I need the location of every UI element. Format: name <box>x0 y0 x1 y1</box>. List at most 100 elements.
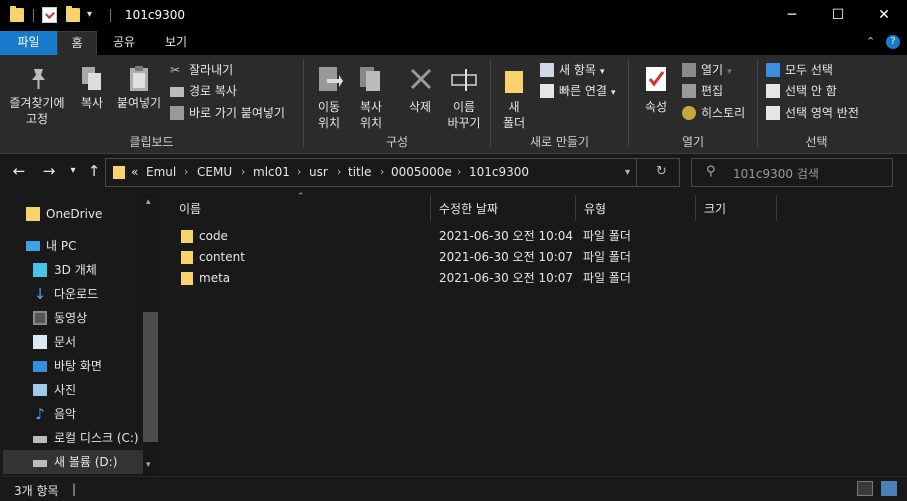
scissors-icon: ✂ <box>170 62 181 77</box>
select-all-icon <box>766 62 780 77</box>
tab-share[interactable]: 공유 <box>104 31 144 55</box>
column-divider[interactable] <box>575 195 576 221</box>
breadcrumb-cemu[interactable]: CEMU <box>197 165 232 179</box>
nav-item-drive-d[interactable]: 새 볼륨 (D:) <box>3 450 143 474</box>
nav-item-documents[interactable]: 문서 <box>0 330 143 354</box>
clipboard-group-label: 클립보드 <box>129 135 174 149</box>
details-view-icon[interactable] <box>857 481 873 496</box>
breadcrumb-title[interactable]: title <box>348 165 371 179</box>
column-header-modified[interactable]: 수정한 날짜 <box>439 200 498 217</box>
file-type: 파일 폴더 <box>583 229 631 243</box>
column-divider[interactable] <box>776 195 777 221</box>
tab-home[interactable]: 홈 <box>57 31 97 55</box>
status-cursor: | <box>72 482 77 496</box>
new-item-button[interactable]: 새 항목 ▾ <box>540 60 604 80</box>
breadcrumb-usr[interactable]: usr <box>309 165 328 179</box>
scroll-down-icon[interactable]: ▾ <box>146 460 151 470</box>
delete-button[interactable]: 삭제 <box>400 61 440 127</box>
customize-quick-access-icon[interactable]: ▾ <box>87 9 92 20</box>
help-icon[interactable]: ? <box>886 35 900 49</box>
nav-item-drive-c[interactable]: 로컬 디스크 (C:) <box>0 426 143 450</box>
large-icons-view-icon[interactable] <box>881 481 897 496</box>
chevron-right-icon[interactable]: › <box>184 165 188 178</box>
tab-view[interactable]: 보기 <box>151 31 201 55</box>
breadcrumb-mlc01[interactable]: mlc01 <box>253 165 290 179</box>
pictures-icon <box>33 384 47 396</box>
cut-button[interactable]: ✂ 잘라내기 <box>170 60 233 80</box>
column-header-name[interactable]: 이름 <box>179 200 201 217</box>
column-divider[interactable] <box>695 195 696 221</box>
new-folder-icon[interactable] <box>66 6 80 22</box>
back-button[interactable]: ← <box>8 162 30 180</box>
close-button[interactable]: ✕ <box>861 0 907 31</box>
search-box[interactable]: ⚲ 101c9300 검색 <box>691 158 893 187</box>
easy-access-button[interactable]: 빠른 연결 ▾ <box>540 81 616 101</box>
chevron-right-icon[interactable]: › <box>297 165 301 178</box>
nav-item-this-pc[interactable]: 내 PC <box>0 234 143 258</box>
copy-to-button[interactable]: 복사 위치 <box>352 61 390 130</box>
nav-item-pictures[interactable]: 사진 <box>0 378 143 402</box>
scroll-up-icon[interactable]: ▴ <box>146 197 151 207</box>
forward-button[interactable]: → <box>38 162 60 180</box>
table-row[interactable]: meta 2021-06-30 오전 10:07 파일 폴더 <box>176 268 656 289</box>
pin-quick-access-button[interactable]: 즐겨찾기에 고정 <box>4 61 70 127</box>
chevron-right-icon[interactable]: › <box>241 165 245 178</box>
ribbon: 즐겨찾기에 고정 복사 붙여넣기 ✂ 잘라내기 경로 복사 바로 가기 붙여넣기 … <box>0 55 907 154</box>
properties-button[interactable]: 속성 <box>636 61 676 127</box>
nav-item-videos[interactable]: 동영상 <box>0 306 143 330</box>
tab-file[interactable]: 파일 <box>0 31 57 55</box>
select-none-button[interactable]: 선택 안 함 <box>766 81 837 101</box>
chevron-right-icon[interactable]: › <box>457 165 461 178</box>
table-row[interactable]: code 2021-06-30 오전 10:04 파일 폴더 <box>176 226 656 247</box>
column-header-type[interactable]: 유형 <box>584 200 606 217</box>
column-header-size[interactable]: 크기 <box>704 200 726 217</box>
breadcrumb-emul[interactable]: Emul <box>146 165 176 179</box>
copy-path-button[interactable]: 경로 복사 <box>170 81 237 101</box>
select-all-button[interactable]: 모두 선택 <box>766 60 833 80</box>
folder-icon <box>10 6 24 22</box>
properties-icon[interactable] <box>42 7 57 23</box>
refresh-icon[interactable]: ↻ <box>656 164 667 179</box>
invert-selection-button[interactable]: 선택 영역 반전 <box>766 103 859 123</box>
breadcrumb-0005000e[interactable]: 0005000e <box>391 165 452 179</box>
pc-icon <box>26 241 40 251</box>
rename-button[interactable]: 이름 바꾸기 <box>444 61 484 130</box>
address-bar[interactable]: « Emul › CEMU › mlc01 › usr › title › 00… <box>105 158 680 187</box>
new-group-label: 새로 만들기 <box>529 135 589 149</box>
edit-button[interactable]: 편집 <box>682 81 723 101</box>
recent-locations-button[interactable]: ▾ <box>62 165 84 176</box>
nav-item-music[interactable]: ♪ 음악 <box>0 402 143 426</box>
address-history-icon[interactable]: ▾ <box>625 167 630 178</box>
minimize-button[interactable]: ─ <box>769 0 815 31</box>
video-icon <box>33 311 47 325</box>
address-overflow[interactable]: « <box>131 165 138 179</box>
nav-item-downloads[interactable]: ↓ 다운로드 <box>0 282 143 306</box>
3d-objects-icon <box>33 263 47 277</box>
paste-shortcut-button[interactable]: 바로 가기 붙여넣기 <box>170 103 285 123</box>
move-to-button[interactable]: 이동 위치 <box>309 61 349 130</box>
onedrive-folder-icon <box>26 207 40 221</box>
file-modified: 2021-06-30 오전 10:07 <box>439 250 574 264</box>
up-button[interactable]: ↑ <box>83 162 105 180</box>
file-modified: 2021-06-30 오전 10:04 <box>439 229 574 243</box>
chevron-right-icon[interactable]: › <box>380 165 384 178</box>
breadcrumb-101c9300[interactable]: 101c9300 <box>469 165 529 179</box>
nav-item-onedrive[interactable]: OneDrive <box>0 202 143 226</box>
new-folder-button[interactable]: 새 폴더 <box>496 61 532 130</box>
clipboard-icon <box>130 66 148 91</box>
chevron-right-icon[interactable]: › <box>337 165 341 178</box>
column-divider[interactable] <box>430 195 431 221</box>
maximize-button[interactable]: ☐ <box>815 0 861 31</box>
folder-icon <box>181 230 193 243</box>
collapse-ribbon-icon[interactable]: ⌃ <box>866 35 875 48</box>
paste-button[interactable]: 붙여넣기 <box>114 61 164 127</box>
nav-item-desktop[interactable]: 바탕 화면 <box>0 354 143 378</box>
nav-item-3d-objects[interactable]: 3D 개체 <box>0 258 143 282</box>
history-button[interactable]: 히스토리 <box>682 103 745 123</box>
copy-button[interactable]: 복사 <box>74 61 110 127</box>
table-row[interactable]: content 2021-06-30 오전 10:07 파일 폴더 <box>176 247 656 268</box>
new-item-icon <box>540 62 554 77</box>
search-input[interactable]: 101c9300 검색 <box>733 165 819 182</box>
open-button[interactable]: 열기 ▾ <box>682 60 732 80</box>
nav-scrollbar-thumb[interactable] <box>143 312 158 442</box>
